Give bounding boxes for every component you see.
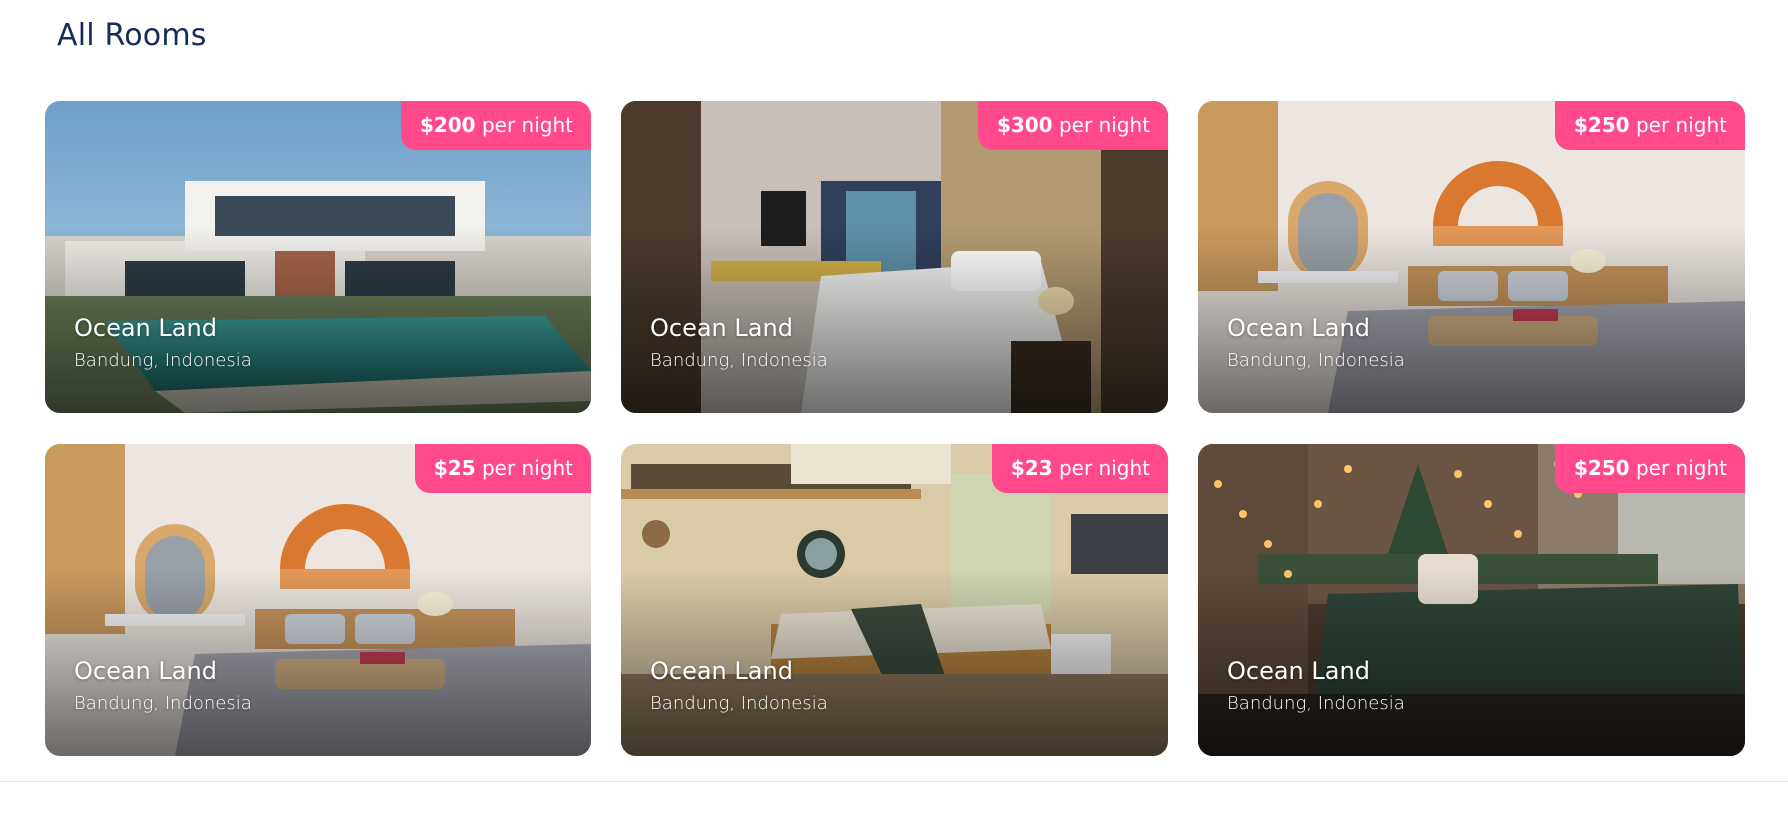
room-name: Ocean Land	[74, 314, 217, 342]
room-name: Ocean Land	[74, 657, 217, 685]
price-amount: $200	[419, 113, 476, 137]
rooms-grid: $200 per night Ocean Land Bandung, Indon…	[45, 101, 1745, 756]
room-card[interactable]: $25 per night Ocean Land Bandung, Indone…	[45, 444, 591, 756]
room-location: Bandung, Indonesia	[74, 350, 252, 371]
room-card[interactable]: $200 per night Ocean Land Bandung, Indon…	[45, 101, 591, 413]
room-location: Bandung, Indonesia	[1227, 693, 1405, 714]
price-badge: $200 per night	[400, 101, 591, 150]
room-card[interactable]: $300 per night Ocean Land Bandung, Indon…	[621, 101, 1168, 413]
price-suffix: per night	[1635, 113, 1727, 137]
price-suffix: per night	[1058, 456, 1150, 480]
price-amount: $250	[1573, 456, 1630, 480]
price-badge: $250 per night	[1554, 444, 1745, 493]
price-suffix: per night	[1635, 456, 1727, 480]
room-card[interactable]: $250 per night Ocean Land Bandung, Indon…	[1198, 101, 1745, 413]
room-card[interactable]: $23 per night Ocean Land Bandung, Indone…	[621, 444, 1168, 756]
room-location: Bandung, Indonesia	[650, 693, 828, 714]
price-amount: $250	[1573, 113, 1630, 137]
bottom-divider	[0, 781, 1788, 782]
room-location: Bandung, Indonesia	[74, 693, 252, 714]
price-badge: $23 per night	[991, 444, 1168, 493]
room-card[interactable]: $250 per night Ocean Land Bandung, Indon…	[1198, 444, 1745, 756]
price-suffix: per night	[481, 113, 573, 137]
room-location: Bandung, Indonesia	[1227, 350, 1405, 371]
price-amount: $23	[1010, 456, 1053, 480]
page: All Rooms $200 per night Ocean Land Band…	[0, 0, 1788, 820]
price-amount: $25	[433, 456, 476, 480]
room-location: Bandung, Indonesia	[650, 350, 828, 371]
price-suffix: per night	[481, 456, 573, 480]
room-name: Ocean Land	[650, 657, 793, 685]
price-badge: $250 per night	[1554, 101, 1745, 150]
price-badge: $300 per night	[977, 101, 1168, 150]
price-suffix: per night	[1058, 113, 1150, 137]
price-amount: $300	[996, 113, 1053, 137]
room-name: Ocean Land	[1227, 657, 1370, 685]
room-name: Ocean Land	[650, 314, 793, 342]
section-title: All Rooms	[57, 18, 207, 53]
room-name: Ocean Land	[1227, 314, 1370, 342]
price-badge: $25 per night	[414, 444, 591, 493]
